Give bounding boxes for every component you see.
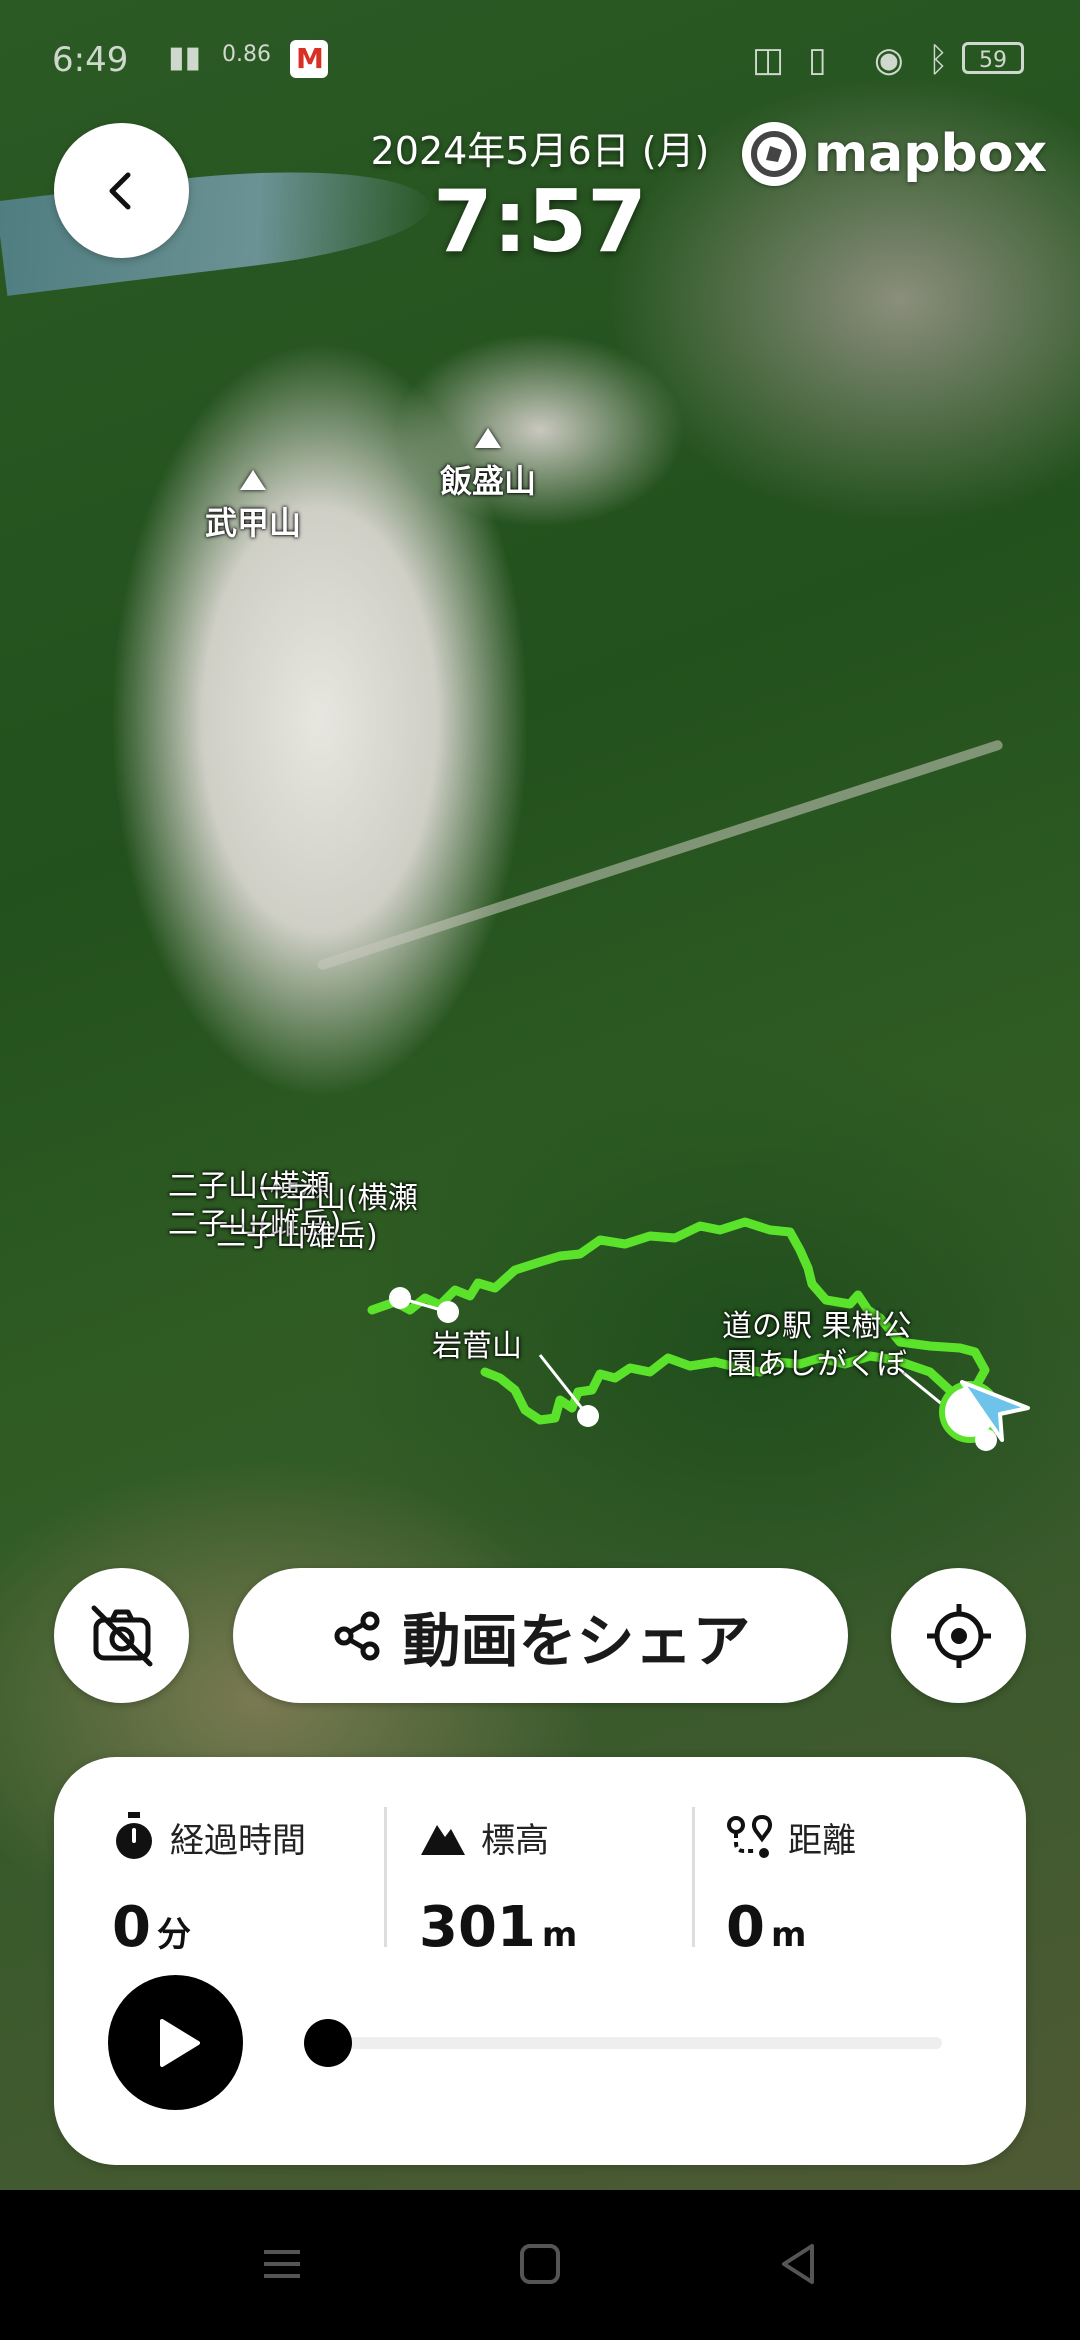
playback-progress-thumb[interactable]	[304, 2019, 352, 2067]
home-square-icon[interactable]	[516, 2240, 564, 2288]
marker-futago-2	[437, 1301, 459, 1323]
mapbox-logo: mapbox	[742, 122, 1047, 186]
back-button[interactable]	[54, 123, 189, 258]
camera-toggle-button[interactable]	[54, 1568, 189, 1703]
gmail-icon	[290, 40, 328, 78]
menu-icon[interactable]	[258, 2240, 306, 2288]
chevron-left-icon	[109, 172, 130, 209]
peak-bukou: 武甲山	[205, 470, 301, 544]
stat-distance: 距離 0m	[726, 1807, 1026, 1967]
mapbox-wordmark: mapbox	[814, 124, 1047, 184]
play-icon	[159, 2018, 200, 2067]
label-line: 園あしがくぼ	[726, 1347, 907, 1382]
stopwatch-icon	[116, 1812, 152, 1859]
stats-panel: 経過時間 0分 標高 301 m 距離 0m	[54, 1757, 1026, 2165]
marker-station	[975, 1429, 997, 1451]
alarm-icon: ◉	[874, 40, 904, 80]
system-nav-bar	[0, 2190, 1080, 2340]
label-futago-overlap-2: 二子山(横瀬 二子山雄岳)	[206, 1180, 418, 1256]
stat-elapsed: 経過時間 0分	[112, 1807, 412, 1967]
mountain-icon	[421, 1825, 465, 1855]
divider	[692, 1807, 695, 1947]
play-button[interactable]	[108, 1975, 243, 2110]
stat-value: 0	[112, 1895, 151, 1960]
label-line: 二子山(横瀬	[256, 1181, 418, 1216]
battery-indicator: 59	[962, 42, 1024, 74]
replay-time: 7:57	[433, 172, 647, 272]
label-line: 二子山雄岳)	[216, 1219, 378, 1254]
label-line: 道の駅 果樹公	[722, 1309, 912, 1344]
stat-unit: 分	[156, 1915, 191, 1955]
label-michinoeki: 道の駅 果樹公 園あしがくぼ	[722, 1308, 912, 1384]
share-video-button[interactable]: 動画をシェア	[233, 1568, 848, 1703]
stat-value: 0	[726, 1895, 765, 1960]
stat-label: 標高	[481, 1820, 549, 1861]
marker-futago-1	[389, 1287, 411, 1309]
playback-progress-track[interactable]	[330, 2037, 942, 2049]
signal-icon: ▮▮	[168, 40, 202, 75]
crosshair-icon	[926, 1603, 991, 1668]
stat-unit: m	[770, 1915, 807, 1955]
stat-value: 301	[419, 1895, 536, 1960]
mapbox-logo-icon	[742, 122, 806, 186]
peak-triangle-icon	[475, 428, 501, 448]
back-triangle-icon[interactable]	[774, 2240, 822, 2288]
stat-unit: m	[541, 1915, 578, 1955]
stat-label: 距離	[788, 1820, 856, 1861]
network-speed: 0.86	[222, 42, 271, 67]
marker-iwasuge	[577, 1405, 599, 1427]
peak-name: 飯盛山	[440, 462, 537, 500]
bluetooth-icon: ᛒ	[928, 40, 949, 80]
locate-button[interactable]	[891, 1568, 1026, 1703]
camera-off-icon	[91, 1605, 152, 1666]
status-time: 6:49	[52, 40, 129, 80]
route-pin-icon	[727, 1814, 772, 1858]
status-bar: 6:49 ▮▮ 0.86 ◫ ▯ ◉ ᛒ 59	[0, 0, 1080, 120]
label-iwasuge: 岩菅山	[432, 1329, 522, 1364]
peak-name: 武甲山	[205, 504, 302, 542]
stat-label: 経過時間	[170, 1820, 306, 1861]
divider	[384, 1807, 387, 1947]
stat-elevation: 標高 301 m	[419, 1807, 719, 1967]
mute-icon: ◫	[752, 40, 785, 80]
peak-iimori: 飯盛山	[440, 428, 536, 502]
share-label: 動画をシェア	[402, 1606, 751, 1675]
share-icon	[334, 1611, 380, 1660]
peak-triangle-icon	[240, 470, 266, 490]
vibrate-icon: ▯	[808, 40, 827, 80]
replay-date: 2024年5月6日 (月)	[370, 129, 710, 173]
